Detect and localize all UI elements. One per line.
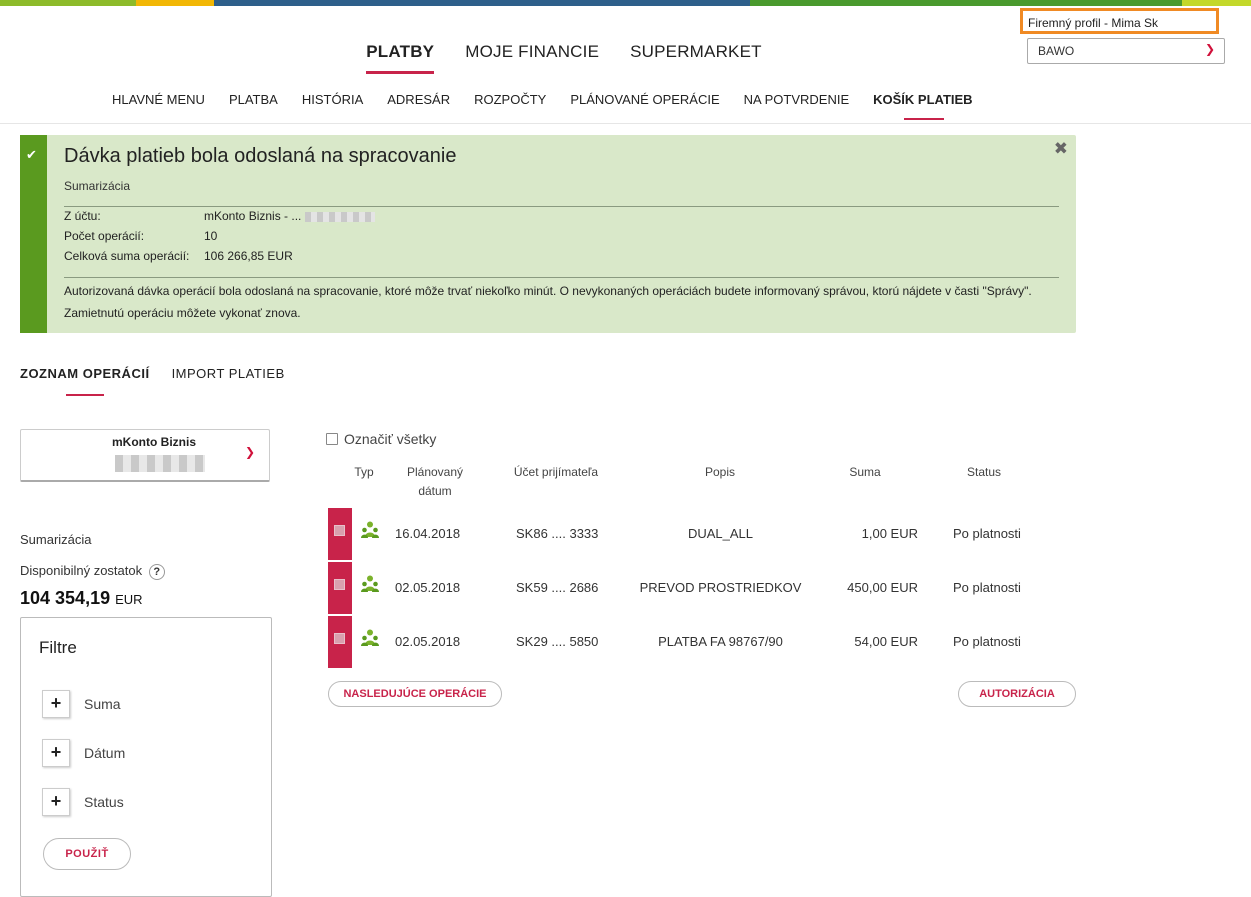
row-checkbox[interactable] <box>334 579 345 590</box>
company-profile-label[interactable]: Firemný profil - Mima Sk <box>1020 8 1219 34</box>
header-account: Účet prijímateľa <box>513 465 599 479</box>
next-operations-button[interactable]: NASLEDUJÚCE OPERÁCIE <box>328 681 502 707</box>
filters-title: Filtre <box>39 638 77 657</box>
available-balance-label: Disponibilný zostatok ? <box>20 563 165 580</box>
row-account: SK59 .... 2686 <box>516 580 599 595</box>
header-type: Typ <box>354 465 374 479</box>
success-alert: ✔ ✖ Dávka platieb bola odoslaná na sprac… <box>20 135 1076 333</box>
check-icon: ✔ <box>26 147 37 162</box>
from-account-label: Z účtu: <box>64 209 101 223</box>
plus-icon[interactable]: + <box>42 788 70 816</box>
select-all[interactable]: Označiť všetky <box>326 431 436 447</box>
main-nav-moje-financie[interactable]: MOJE FINANCIE <box>465 42 599 62</box>
row-date: 02.05.2018 <box>395 634 461 649</box>
filter-datum[interactable]: + Dátum <box>42 739 125 767</box>
sub-nav-platba[interactable]: PLATBA <box>229 92 278 107</box>
alert-count-row: Počet operácií: 10 <box>64 229 217 243</box>
row-status: Po platnosti <box>953 580 1021 595</box>
table-row[interactable]: 02.05.2018 SK59 .... 2686 PREVOD PROSTRI… <box>328 562 1068 614</box>
row-status: Po platnosti <box>953 634 1021 649</box>
filter-datum-label: Dátum <box>84 745 126 761</box>
row-description: PREVOD PROSTRIEDKOV <box>639 580 802 595</box>
operation-count-label: Počet operácií: <box>64 229 145 243</box>
alert-subtitle: Sumarizácia <box>64 179 131 193</box>
masked-account-number <box>304 211 375 222</box>
row-amount: 1,00 EUR <box>861 526 918 541</box>
alert-total-row: Celková suma operácií: 106 266,85 EUR <box>64 249 293 263</box>
available-balance: 104 354,19 EUR <box>20 588 143 609</box>
brand-color-bar <box>0 0 1251 6</box>
sub-nav-kosik-platieb[interactable]: KOŠÍK PLATIEB <box>873 92 973 120</box>
chevron-down-icon: ❯ <box>244 445 255 459</box>
balance-value: 104 354,19 <box>20 588 111 608</box>
main-nav: PLATBY MOJE FINANCIE SUPERMARKET <box>0 42 1100 74</box>
total-amount-value: 106 266,85 EUR <box>204 249 293 263</box>
row-select-marker[interactable] <box>328 562 352 614</box>
help-icon[interactable]: ? <box>148 564 165 580</box>
table-row[interactable]: 02.05.2018 SK29 .... 5850 PLATBA FA 9876… <box>328 616 1068 668</box>
summary-label: Sumarizácia <box>20 532 92 547</box>
alert-message: Autorizovaná dávka operácií bola odoslan… <box>64 284 1032 320</box>
header-date: Plánovaný dátum <box>406 465 464 498</box>
row-description: DUAL_ALL <box>687 526 754 541</box>
alert-divider <box>64 206 1059 207</box>
balance-currency: EUR <box>115 592 143 607</box>
filter-status[interactable]: + Status <box>42 788 124 816</box>
multi-user-icon <box>361 521 379 538</box>
row-checkbox[interactable] <box>334 633 345 644</box>
plus-icon[interactable]: + <box>42 690 70 718</box>
row-date: 02.05.2018 <box>395 580 461 595</box>
chevron-down-icon: ❯ <box>1204 42 1215 56</box>
row-select-marker[interactable] <box>328 616 352 668</box>
main-nav-supermarket[interactable]: SUPERMARKET <box>630 42 762 62</box>
alert-title: Dávka platieb bola odoslaná na spracovan… <box>64 145 457 167</box>
plus-icon[interactable]: + <box>42 739 70 767</box>
row-account: SK29 .... 5850 <box>516 634 599 649</box>
account-selector[interactable]: mKonto Biznis ❯ <box>20 429 270 482</box>
header-description: Popis <box>704 465 736 479</box>
apply-filters-button[interactable]: POUŽIŤ <box>43 838 131 870</box>
tab-import-platieb[interactable]: IMPORT PLATIEB <box>172 366 285 381</box>
filter-suma[interactable]: + Suma <box>42 690 121 718</box>
table-row[interactable]: 16.04.2018 SK86 .... 3333 DUAL_ALL 1,00 … <box>328 508 1068 560</box>
row-account: SK86 .... 3333 <box>516 526 599 541</box>
main-nav-platby[interactable]: PLATBY <box>366 42 435 74</box>
header-amount: Suma <box>849 465 881 479</box>
header-divider <box>0 123 1251 124</box>
sub-nav-rozpocty[interactable]: ROZPOČTY <box>474 92 546 107</box>
row-checkbox[interactable] <box>334 525 345 536</box>
multi-user-icon <box>361 575 379 592</box>
sub-nav-adresar[interactable]: ADRESÁR <box>387 92 450 107</box>
alert-status-bar <box>20 135 47 333</box>
sub-nav: HLAVNÉ MENU PLATBA HISTÓRIA ADRESÁR ROZP… <box>112 92 973 120</box>
row-amount: 54,00 EUR <box>854 634 918 649</box>
close-icon[interactable]: ✖ <box>1054 139 1068 159</box>
available-balance-text: Disponibilný zostatok <box>20 563 143 578</box>
row-date: 16.04.2018 <box>395 526 461 541</box>
row-amount: 450,00 EUR <box>847 580 918 595</box>
sub-nav-planovane-operacie[interactable]: PLÁNOVANÉ OPERÁCIE <box>570 92 719 107</box>
filter-status-label: Status <box>84 794 124 810</box>
row-select-marker[interactable] <box>328 508 352 560</box>
multi-user-icon <box>361 629 379 646</box>
select-all-checkbox[interactable] <box>326 433 338 445</box>
operation-count-value: 10 <box>204 229 218 243</box>
sub-nav-historia[interactable]: HISTÓRIA <box>302 92 363 107</box>
row-description: PLATBA FA 98767/90 <box>658 634 783 649</box>
authorize-button[interactable]: AUTORIZÁCIA <box>958 681 1076 707</box>
row-status: Po platnosti <box>953 526 1021 541</box>
header-status: Status <box>966 465 1002 479</box>
operation-tabs: ZOZNAM OPERÁCIÍ IMPORT PLATIEB <box>20 366 285 396</box>
from-account-value: mKonto Biznis - ... <box>204 209 302 223</box>
alert-divider <box>64 277 1059 278</box>
total-amount-label: Celková suma operácií: <box>64 249 190 263</box>
masked-account-number <box>115 455 205 472</box>
tab-zoznam-operacii[interactable]: ZOZNAM OPERÁCIÍ <box>20 366 150 396</box>
filters-panel: Filtre + Suma + Dátum + Status POUŽIŤ <box>20 617 272 897</box>
filter-suma-label: Suma <box>84 696 121 712</box>
sub-nav-na-potvrdenie[interactable]: NA POTVRDENIE <box>744 92 849 107</box>
sub-nav-hlavne-menu[interactable]: HLAVNÉ MENU <box>112 92 205 107</box>
select-all-label: Označiť všetky <box>344 431 437 447</box>
alert-from-row: Z účtu: mKonto Biznis - ... <box>64 209 375 223</box>
